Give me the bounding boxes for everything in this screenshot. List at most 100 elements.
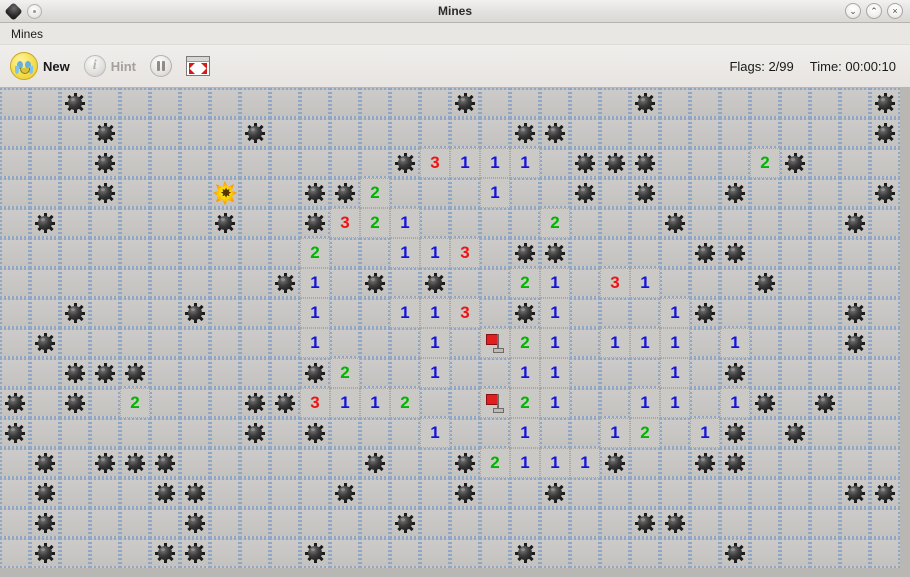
cell-hidden[interactable] — [600, 88, 630, 118]
cell-hidden[interactable] — [840, 388, 870, 418]
cell-number-1[interactable]: 1 — [720, 328, 750, 358]
cell-hidden[interactable] — [840, 118, 870, 148]
cell-hidden[interactable] — [150, 298, 180, 328]
cell-hidden[interactable] — [720, 148, 750, 178]
cell-hidden[interactable] — [0, 88, 30, 118]
cell-mine[interactable] — [750, 388, 780, 418]
cell-hidden[interactable] — [30, 88, 60, 118]
cell-number-2[interactable]: 2 — [480, 448, 510, 478]
cell-mine[interactable] — [870, 478, 900, 508]
cell-mine[interactable] — [540, 478, 570, 508]
cell-number-1[interactable]: 1 — [450, 148, 480, 178]
cell-hidden[interactable] — [270, 298, 300, 328]
cell-hidden[interactable] — [570, 328, 600, 358]
cell-hidden[interactable] — [30, 238, 60, 268]
cell-hidden[interactable] — [120, 418, 150, 448]
cell-hidden[interactable] — [150, 328, 180, 358]
cell-hidden[interactable] — [180, 208, 210, 238]
cell-mine[interactable] — [30, 328, 60, 358]
cell-mine[interactable] — [870, 88, 900, 118]
cell-number-1[interactable]: 1 — [480, 178, 510, 208]
cell-hidden[interactable] — [420, 208, 450, 238]
cell-number-2[interactable]: 2 — [750, 148, 780, 178]
cell-number-1[interactable]: 1 — [540, 388, 570, 418]
cell-hidden[interactable] — [210, 268, 240, 298]
cell-hidden[interactable] — [120, 208, 150, 238]
cell-hidden[interactable] — [810, 478, 840, 508]
cell-hidden[interactable] — [570, 358, 600, 388]
cell-hidden[interactable] — [690, 478, 720, 508]
cell-mine[interactable] — [150, 448, 180, 478]
cell-hidden[interactable] — [690, 88, 720, 118]
cell-hidden[interactable] — [330, 418, 360, 448]
cell-hidden[interactable] — [570, 238, 600, 268]
cell-hidden[interactable] — [30, 118, 60, 148]
cell-hidden[interactable] — [660, 268, 690, 298]
cell-hidden[interactable] — [180, 388, 210, 418]
cell-hidden[interactable] — [0, 208, 30, 238]
cell-hidden[interactable] — [90, 388, 120, 418]
cell-mine[interactable] — [180, 298, 210, 328]
cell-mine[interactable] — [780, 148, 810, 178]
cell-hidden[interactable] — [150, 208, 180, 238]
cell-hidden[interactable] — [450, 268, 480, 298]
cell-hidden[interactable] — [150, 238, 180, 268]
cell-hidden[interactable] — [660, 118, 690, 148]
cell-number-1[interactable]: 1 — [300, 268, 330, 298]
cell-hidden[interactable] — [600, 358, 630, 388]
cell-hidden[interactable] — [780, 208, 810, 238]
cell-hidden[interactable] — [510, 208, 540, 238]
cell-hidden[interactable] — [390, 118, 420, 148]
cell-hidden[interactable] — [90, 268, 120, 298]
cell-hidden[interactable] — [810, 508, 840, 538]
cell-hidden[interactable] — [300, 508, 330, 538]
cell-mine[interactable] — [600, 148, 630, 178]
cell-hidden[interactable] — [840, 418, 870, 448]
cell-hidden[interactable] — [120, 238, 150, 268]
cell-number-2[interactable]: 2 — [510, 268, 540, 298]
cell-number-1[interactable]: 1 — [300, 328, 330, 358]
cell-hidden[interactable] — [120, 478, 150, 508]
cell-hidden[interactable] — [810, 118, 840, 148]
cell-hidden[interactable] — [630, 238, 660, 268]
cell-hidden[interactable] — [480, 118, 510, 148]
cell-mine[interactable] — [450, 448, 480, 478]
cell-hidden[interactable] — [180, 418, 210, 448]
cell-number-1[interactable]: 1 — [630, 388, 660, 418]
cell-hidden[interactable] — [270, 238, 300, 268]
cell-mine[interactable] — [600, 448, 630, 478]
cell-hidden[interactable] — [0, 478, 30, 508]
cell-hidden[interactable] — [90, 508, 120, 538]
cell-number-1[interactable]: 1 — [690, 418, 720, 448]
cell-hidden[interactable] — [480, 208, 510, 238]
cell-hidden[interactable] — [750, 328, 780, 358]
cell-number-2[interactable]: 2 — [300, 238, 330, 268]
cell-hidden[interactable] — [450, 358, 480, 388]
cell-hidden[interactable] — [0, 268, 30, 298]
cell-hidden[interactable] — [150, 88, 180, 118]
cell-hidden[interactable] — [180, 358, 210, 388]
cell-hidden[interactable] — [870, 448, 900, 478]
cell-mine[interactable] — [570, 148, 600, 178]
cell-number-1[interactable]: 1 — [570, 448, 600, 478]
cell-hidden[interactable] — [780, 388, 810, 418]
cell-mine[interactable] — [240, 388, 270, 418]
window-menu-button[interactable] — [27, 3, 42, 19]
cell-number-1[interactable]: 1 — [330, 388, 360, 418]
cell-hidden[interactable] — [660, 238, 690, 268]
cell-hidden[interactable] — [690, 148, 720, 178]
cell-hidden[interactable] — [750, 88, 780, 118]
cell-mine[interactable] — [120, 358, 150, 388]
cell-hidden[interactable] — [450, 418, 480, 448]
cell-hidden[interactable] — [60, 328, 90, 358]
cell-hidden[interactable] — [90, 418, 120, 448]
cell-hidden[interactable] — [420, 88, 450, 118]
cell-mine[interactable] — [690, 298, 720, 328]
cell-hidden[interactable] — [210, 358, 240, 388]
cell-hidden[interactable] — [60, 118, 90, 148]
cell-hidden[interactable] — [780, 478, 810, 508]
cell-hidden[interactable] — [390, 178, 420, 208]
cell-hidden[interactable] — [180, 148, 210, 178]
cell-hidden[interactable] — [210, 148, 240, 178]
cell-hidden[interactable] — [210, 238, 240, 268]
